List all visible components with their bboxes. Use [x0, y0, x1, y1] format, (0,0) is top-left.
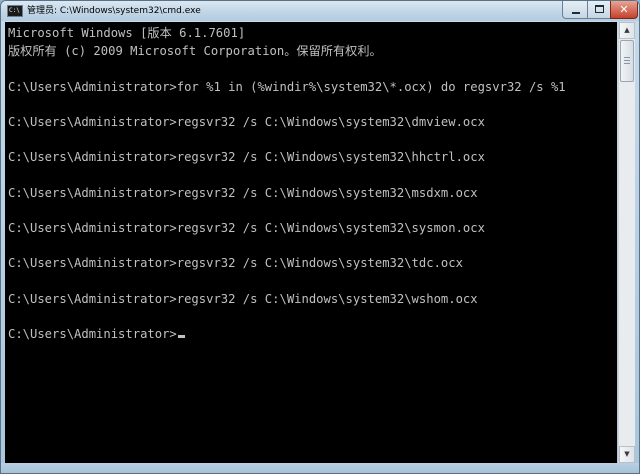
console-window: C:\ 管理员: C:\Windows\system32\cmd.exe ✕ M… — [0, 0, 640, 474]
grip-line — [624, 60, 630, 61]
console-line: C:\Users\Administrator>regsvr32 /s C:\Wi… — [8, 115, 485, 129]
scroll-down-arrow-icon: ▼ — [624, 450, 630, 458]
text-cursor — [177, 335, 185, 338]
grip-line — [624, 57, 630, 58]
scroll-up-arrow-icon: ▲ — [624, 26, 630, 34]
close-button[interactable]: ✕ — [610, 1, 638, 19]
console-output[interactable]: Microsoft Windows [版本 6.1.7601] 版权所有 (c)… — [5, 22, 617, 463]
console-line: C:\Users\Administrator>regsvr32 /s C:\Wi… — [8, 256, 463, 270]
console-line: C:\Users\Administrator>for %1 in (%windi… — [8, 80, 566, 94]
minimize-icon — [572, 12, 580, 14]
console-line: C:\Users\Administrator>regsvr32 /s C:\Wi… — [8, 150, 485, 164]
console-prompt: C:\Users\Administrator> — [8, 327, 177, 341]
maximize-button[interactable] — [587, 1, 611, 19]
scroll-up-button[interactable]: ▲ — [619, 22, 635, 39]
console-line: 版权所有 (c) 2009 Microsoft Corporation。保留所有… — [8, 44, 382, 58]
window-title: 管理员: C:\Windows\system32\cmd.exe — [27, 6, 201, 16]
title-bar[interactable]: C:\ 管理员: C:\Windows\system32\cmd.exe — [1, 1, 639, 21]
close-icon: ✕ — [619, 3, 629, 16]
console-prompt-line: C:\Users\Administrator> — [8, 326, 185, 342]
console-line: C:\Users\Administrator>regsvr32 /s C:\Wi… — [8, 186, 478, 200]
grip-line — [624, 63, 630, 64]
vertical-scrollbar[interactable]: ▲ ▼ — [618, 22, 635, 463]
scroll-down-button[interactable]: ▼ — [619, 446, 635, 463]
console-line: C:\Users\Administrator>regsvr32 /s C:\Wi… — [8, 221, 485, 235]
console-line: Microsoft Windows [版本 6.1.7601] — [8, 26, 246, 40]
scrollbar-thumb[interactable] — [620, 40, 634, 82]
maximize-icon — [595, 5, 604, 13]
cmd-app-icon[interactable]: C:\ — [7, 5, 23, 17]
window-bottom-frame — [1, 463, 639, 473]
minimize-button[interactable] — [562, 1, 588, 19]
console-line: C:\Users\Administrator>regsvr32 /s C:\Wi… — [8, 292, 478, 306]
